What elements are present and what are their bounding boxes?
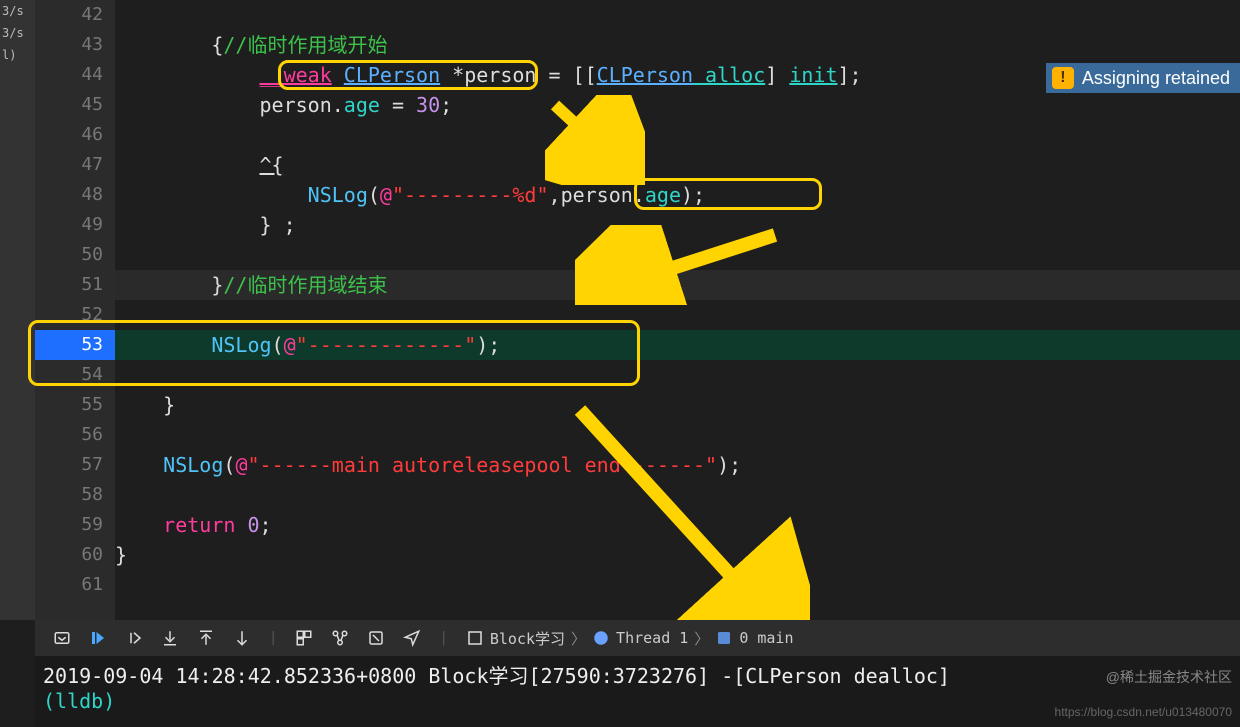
line-number[interactable]: 45 [35, 90, 115, 120]
crumb-project[interactable]: Block学习 [490, 628, 565, 649]
line-number[interactable]: 52 [35, 300, 115, 330]
code-text: , [549, 183, 561, 207]
watermark: https://blog.csdn.net/u013480070 [1055, 705, 1232, 719]
gutter[interactable]: 42 43 44 45 46 47 48 49 50 51 52 53 54 5… [35, 0, 115, 620]
code-text: ); [681, 183, 705, 207]
code-text: ); [476, 333, 500, 357]
chevron-icon: 〉 [694, 628, 709, 649]
thread-icon [592, 629, 610, 647]
code-text: . [633, 183, 645, 207]
debug-breadcrumb[interactable]: Block学习 〉 Thread 1 〉 0 main [466, 628, 794, 649]
warning-icon: ! [1052, 67, 1074, 89]
warning-badge[interactable]: ! Assigning retained [1046, 63, 1240, 93]
code-text: } [211, 273, 223, 297]
line-number[interactable]: 58 [35, 480, 115, 510]
line-number[interactable]: 60 [35, 540, 115, 570]
code-string: "---------%d" [392, 183, 549, 207]
code-text: } [115, 543, 127, 567]
continue-icon[interactable] [89, 629, 107, 647]
code-text: person [561, 183, 633, 207]
step-into-icon[interactable] [161, 629, 179, 647]
crumb-thread[interactable]: Thread 1 [616, 629, 688, 647]
line-number[interactable]: 50 [35, 240, 115, 270]
code-function: NSLog [308, 183, 368, 207]
watermark: @稀土掘金技术社区 [1106, 667, 1232, 687]
debug-graph-icon[interactable] [331, 629, 349, 647]
line-number[interactable]: 56 [35, 420, 115, 450]
debug-view-icon[interactable] [295, 629, 313, 647]
chevron-icon: 〉 [571, 628, 586, 649]
code-type: CLPerson [597, 63, 693, 87]
code-text: @ [235, 453, 247, 477]
code-text: } ; [260, 213, 296, 237]
line-number[interactable]: 47 [35, 150, 115, 180]
code-number: 0 [235, 513, 259, 537]
code-text: ( [223, 453, 235, 477]
code-block: ^{ [260, 153, 284, 177]
debug-toolbar: | | Block学习 〉 Thread 1 〉 0 main [35, 620, 1240, 656]
crumb-frame[interactable]: 0 main [739, 629, 793, 647]
code-text: ] [765, 63, 789, 87]
code-text: } [163, 393, 175, 417]
code-text: * [440, 63, 464, 87]
code-keyword: __weak [260, 63, 332, 87]
toggle-panel-icon[interactable] [53, 629, 71, 647]
code-text: { [211, 33, 223, 57]
code-string: "-------------" [296, 333, 477, 357]
code-method: init [789, 63, 837, 87]
code-function: NSLog [211, 333, 271, 357]
code-text: = [380, 93, 416, 117]
code-keyword: return [163, 513, 235, 537]
line-number[interactable]: 57 [35, 450, 115, 480]
step-over-icon[interactable] [125, 629, 143, 647]
target-icon [466, 629, 484, 647]
line-number[interactable]: 61 [35, 570, 115, 600]
code-text: ( [368, 183, 380, 207]
code-text: ( [272, 333, 284, 357]
code-text: ); [717, 453, 741, 477]
lldb-prompt[interactable]: (lldb) [43, 689, 127, 713]
sidebar-item: l) [0, 44, 35, 66]
step-down-icon[interactable] [233, 629, 251, 647]
code-text: ]; [838, 63, 862, 87]
code-property: age [645, 183, 681, 207]
code-comment: //临时作用域开始 [223, 33, 387, 57]
code-text: ; [440, 93, 452, 117]
code-text: ; [260, 513, 272, 537]
line-number[interactable]: 54 [35, 360, 115, 390]
location-icon[interactable] [403, 629, 421, 647]
code-editor[interactable]: {//临时作用域开始 __weak CLPerson *person = [[C… [115, 0, 1240, 620]
sidebar-item: 3/s [0, 22, 35, 44]
line-number[interactable]: 46 [35, 120, 115, 150]
line-number[interactable]: 55 [35, 390, 115, 420]
debug-icon[interactable] [367, 629, 385, 647]
frame-icon [715, 629, 733, 647]
code-comment: //临时作用域结束 [223, 273, 387, 297]
code-text: person. [260, 93, 344, 117]
code-number: 30 [416, 93, 440, 117]
code-method: alloc [693, 63, 765, 87]
line-number[interactable]: 43 [35, 30, 115, 60]
left-sidebar: 3/s 3/s l) [0, 0, 35, 620]
line-number[interactable]: 44 [35, 60, 115, 90]
warning-text: Assigning retained [1082, 68, 1230, 89]
code-property: age [344, 93, 380, 117]
console-line: 2019-09-04 14:28:42.852336+0800 Block学习[… [43, 664, 950, 688]
code-text: person = [[ [464, 63, 596, 87]
line-number[interactable]: 48 [35, 180, 115, 210]
line-number[interactable]: 49 [35, 210, 115, 240]
code-type: CLPerson [344, 63, 440, 87]
breakpoint-marker[interactable]: 53 [35, 330, 115, 360]
line-number[interactable]: 59 [35, 510, 115, 540]
line-number[interactable]: 51 [35, 270, 115, 300]
code-text: @ [380, 183, 392, 207]
code-string: "------main autoreleasepool end-------" [247, 453, 717, 477]
code-function: NSLog [163, 453, 223, 477]
code-text: @ [284, 333, 296, 357]
sidebar-item: 3/s [0, 0, 35, 22]
step-out-icon[interactable] [197, 629, 215, 647]
line-number[interactable]: 42 [35, 0, 115, 30]
